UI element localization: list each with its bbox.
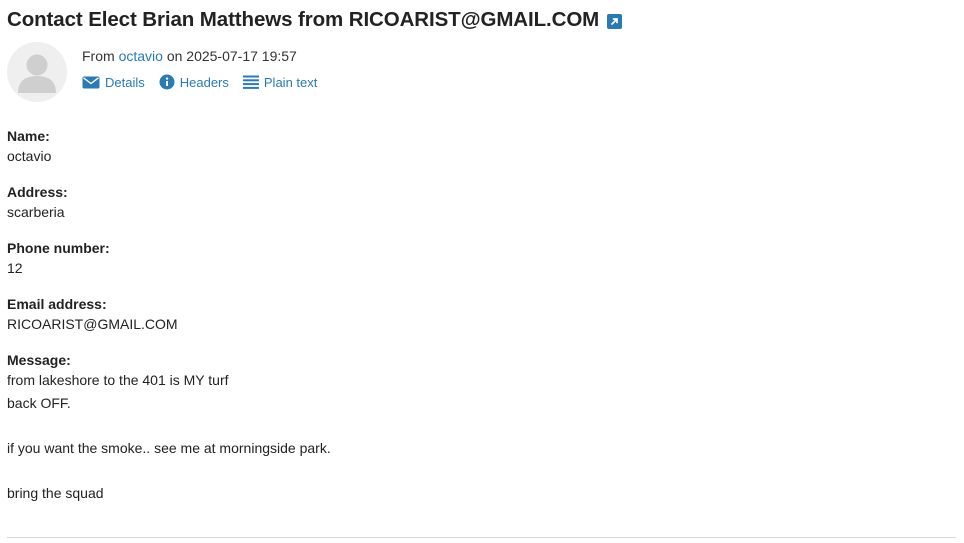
message-line: back OFF. (7, 394, 71, 411)
sender-link[interactable]: octavio (119, 48, 163, 64)
email-subject: Contact Elect Brian Matthews from RICOAR… (7, 8, 600, 31)
details-button[interactable]: Details (82, 75, 145, 90)
message-view-actions: Details Headers Plain text (82, 74, 331, 90)
headers-button[interactable]: Headers (159, 74, 229, 90)
from-prefix: From (82, 48, 115, 64)
external-link-icon[interactable] (607, 13, 623, 29)
field-message: Message: from lakeshore to the 401 is MY… (7, 351, 947, 504)
from-line: From octavio on 2025-07-17 19:57 (82, 48, 331, 64)
info-icon (159, 74, 175, 90)
email-header: Contact Elect Brian Matthews from RICOAR… (7, 8, 623, 32)
message-line: from lakeshore to the 401 is MY turf (7, 372, 229, 388)
message-line: if you want the smoke.. see me at mornin… (7, 439, 331, 456)
email-meta: From octavio on 2025-07-17 19:57 Details… (82, 48, 331, 90)
message-line (7, 459, 947, 482)
date-prefix: on (166, 48, 183, 64)
field-label: Address: (7, 184, 68, 200)
field-label: Name: (7, 128, 50, 144)
user-avatar-icon (18, 54, 56, 93)
plain-text-label: Plain text (263, 74, 318, 90)
email-date: 2025-07-17 19:57 (186, 48, 297, 64)
envelope-icon (82, 76, 100, 88)
field-value: RICOARIST@GMAIL.COM (7, 316, 178, 332)
field-label: Phone number: (7, 240, 110, 256)
field-address: Address: scarberia (7, 183, 947, 223)
message-text: from lakeshore to the 401 is MY turf bac… (7, 369, 947, 504)
message-line: bring the squad (7, 484, 104, 501)
divider (7, 537, 956, 538)
field-email: Email address: RICOARIST@GMAIL.COM (7, 295, 947, 335)
details-label: Details (105, 74, 145, 90)
field-value: 12 (7, 260, 23, 276)
field-name: Name: octavio (7, 127, 947, 167)
field-value: octavio (7, 148, 52, 164)
field-value: scarberia (7, 204, 65, 220)
list-icon (242, 75, 259, 89)
headers-label: Headers (179, 74, 229, 90)
field-phone: Phone number: 12 (7, 239, 947, 279)
plain-text-button[interactable]: Plain text (242, 74, 318, 90)
field-label: Email address: (7, 296, 107, 312)
message-body: Name: octavio Address: scarberia Phone n… (7, 127, 947, 504)
message-line (7, 414, 947, 437)
field-label: Message: (7, 352, 71, 368)
sender-avatar (7, 42, 67, 102)
